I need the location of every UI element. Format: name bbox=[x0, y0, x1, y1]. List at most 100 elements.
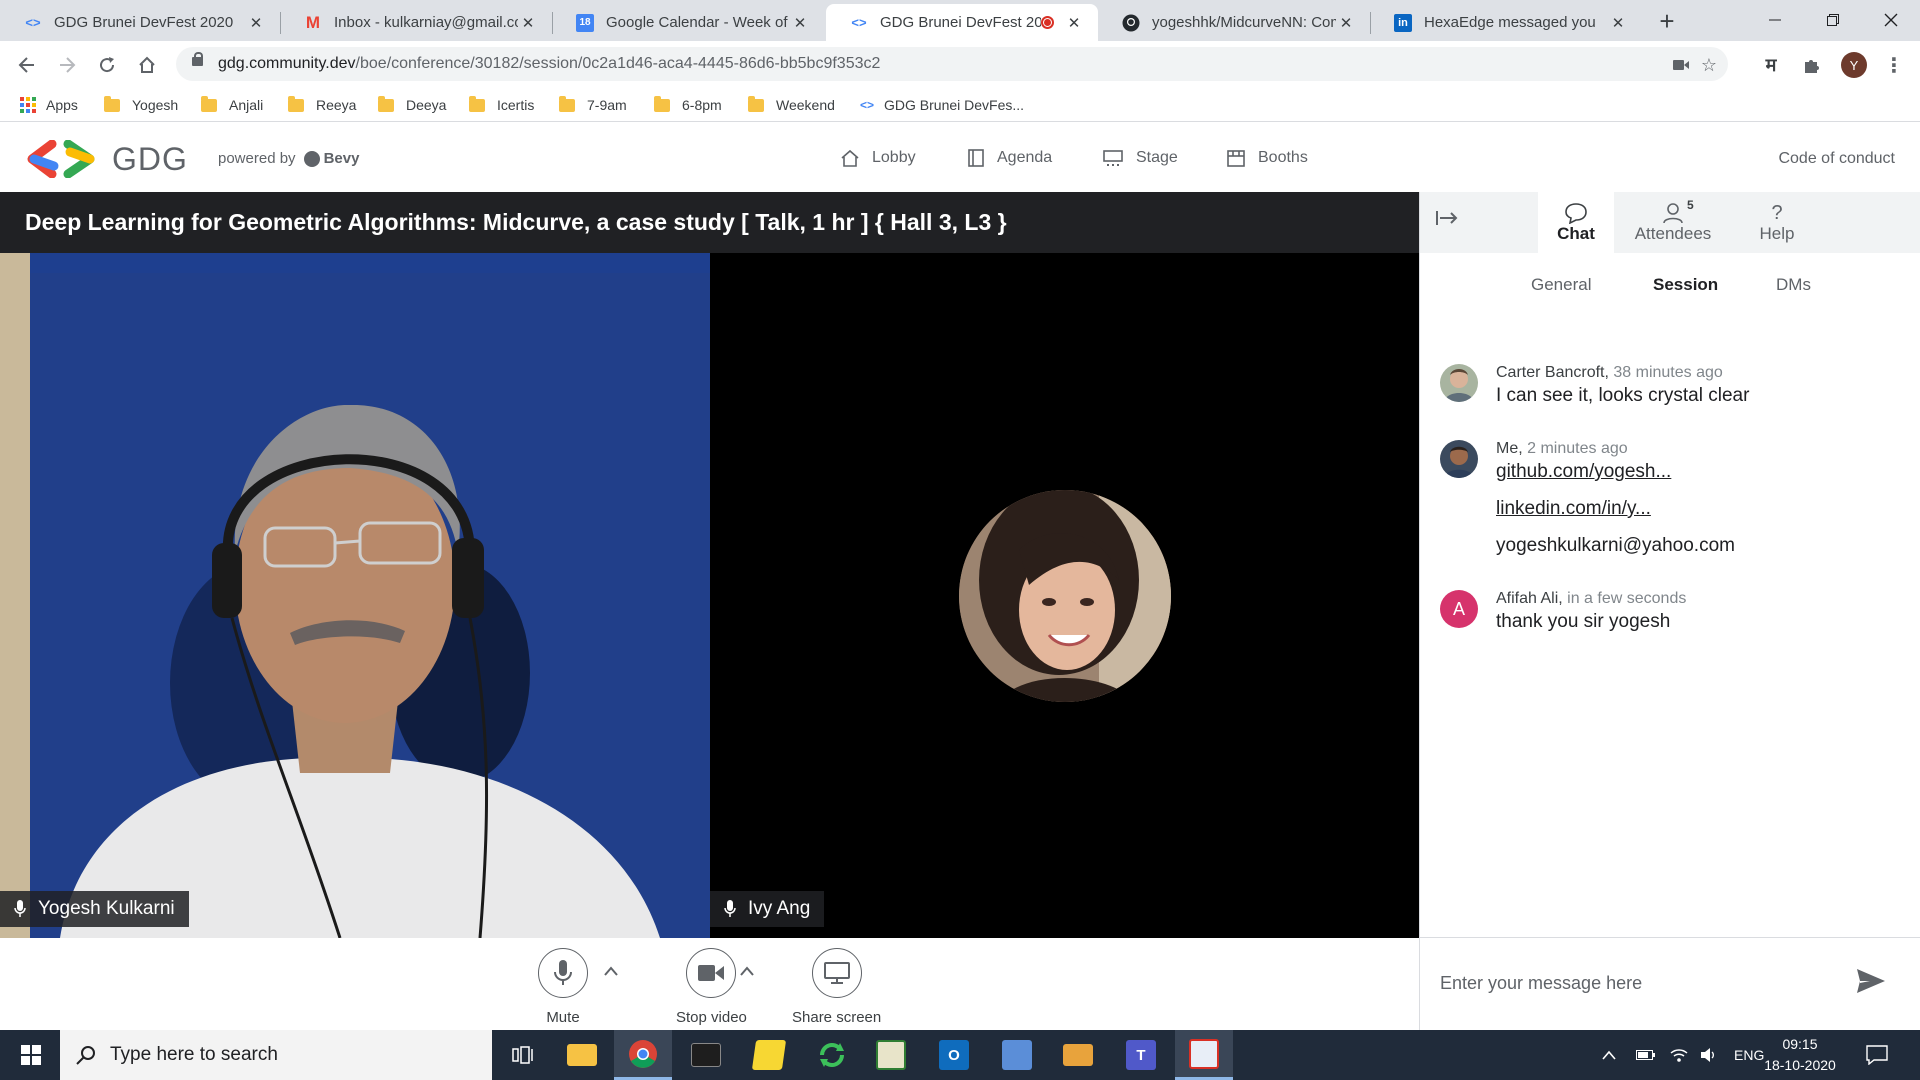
browser-tab[interactable]: in HexaEdge messaged you ✕ bbox=[1370, 4, 1642, 41]
gdg-logo[interactable]: GDG bbox=[24, 140, 188, 178]
profile-avatar[interactable]: Y bbox=[1841, 52, 1867, 78]
subtab-general[interactable]: General bbox=[1531, 275, 1591, 295]
bookmark-folder[interactable]: Anjali bbox=[201, 94, 263, 116]
taskbar-app-outlook[interactable]: O bbox=[925, 1030, 983, 1080]
browser-tab[interactable]: <> GDG Brunei DevFest 2020 ✕ bbox=[0, 4, 280, 41]
taskbar-app-folder[interactable] bbox=[1049, 1030, 1107, 1080]
bookmark-star-icon[interactable]: ☆ bbox=[1698, 54, 1720, 76]
video-options-chevron-up-icon[interactable] bbox=[736, 960, 758, 982]
tab-attendees[interactable]: 5 Attendees bbox=[1617, 192, 1729, 253]
code-of-conduct-link[interactable]: Code of conduct bbox=[1778, 150, 1895, 168]
chevron-up-icon[interactable] bbox=[1602, 1050, 1616, 1060]
notifications-button[interactable] bbox=[1866, 1030, 1888, 1080]
stop-video-button[interactable] bbox=[686, 948, 737, 998]
taskbar-app-pdf[interactable] bbox=[1175, 1030, 1233, 1080]
bookmark-folder[interactable]: Yogesh bbox=[104, 94, 178, 116]
folder-icon bbox=[654, 95, 670, 112]
menu-kebab-icon[interactable]: ⋮ bbox=[1884, 52, 1904, 78]
url-text[interactable]: gdg.community.dev/boe/conference/30182/s… bbox=[218, 55, 880, 73]
message-input[interactable] bbox=[1440, 968, 1850, 998]
lock-icon bbox=[192, 52, 203, 66]
nav-stage[interactable]: Stage bbox=[1102, 148, 1178, 168]
outlook-icon: O bbox=[939, 1040, 969, 1070]
message-link-github[interactable]: github.com/yogesh... bbox=[1496, 461, 1671, 483]
wifi-icon[interactable] bbox=[1670, 1047, 1688, 1063]
participant-video: Ivy Ang bbox=[710, 253, 1419, 938]
collapse-sidebar-button[interactable] bbox=[1436, 209, 1464, 235]
taskbar-app-excel[interactable] bbox=[862, 1030, 920, 1080]
forward-button[interactable] bbox=[52, 50, 82, 80]
taskbar-app-sync[interactable] bbox=[803, 1030, 861, 1080]
taskbar-search[interactable] bbox=[60, 1030, 492, 1080]
mute-button[interactable] bbox=[538, 948, 588, 998]
camera-icon[interactable] bbox=[1670, 54, 1692, 76]
back-button[interactable] bbox=[12, 50, 42, 80]
nav-booths[interactable]: Booths bbox=[1226, 148, 1308, 168]
avatar[interactable] bbox=[1440, 440, 1478, 478]
browser-tab[interactable]: 18 Google Calendar - Week of O ✕ bbox=[552, 4, 824, 41]
bookmark-folder[interactable]: Deeya bbox=[378, 94, 446, 116]
message-author[interactable]: Carter Bancroft bbox=[1496, 364, 1604, 381]
gdg-favicon: <> bbox=[25, 15, 41, 30]
start-button[interactable] bbox=[8, 1030, 54, 1080]
taskbar-app-network[interactable] bbox=[988, 1030, 1046, 1080]
nav-agenda[interactable]: Agenda bbox=[967, 148, 1052, 168]
bookmark-folder[interactable]: 6-8pm bbox=[654, 94, 722, 116]
avatar[interactable] bbox=[1440, 364, 1478, 402]
close-window-button[interactable] bbox=[1862, 0, 1920, 40]
browser-tab[interactable]: M Inbox - kulkarniay@gmail.com ✕ bbox=[280, 4, 552, 41]
task-view-button[interactable] bbox=[494, 1030, 552, 1080]
tab-chat[interactable]: Chat bbox=[1538, 192, 1614, 253]
bookmark-folder[interactable]: 7-9am bbox=[559, 94, 627, 116]
mute-control[interactable]: Mute bbox=[538, 948, 588, 1026]
speaker-icon[interactable] bbox=[1700, 1047, 1718, 1063]
video-stage: Yogesh Kulkarni Ivy Ang bbox=[0, 253, 1419, 938]
message-link-linkedin[interactable]: linkedin.com/in/y... bbox=[1496, 498, 1651, 520]
avatar[interactable]: A bbox=[1440, 590, 1478, 628]
taskbar-app-chrome[interactable] bbox=[614, 1030, 672, 1080]
nav-lobby[interactable]: Lobby bbox=[840, 148, 916, 168]
search-input[interactable] bbox=[110, 1044, 470, 1066]
tab-help[interactable]: ? Help bbox=[1741, 192, 1813, 253]
extensions-icon[interactable] bbox=[1798, 52, 1824, 78]
message-author[interactable]: Me bbox=[1496, 440, 1518, 457]
hindi-extension-icon[interactable]: म bbox=[1758, 52, 1784, 78]
taskbar-app-file-explorer[interactable] bbox=[553, 1030, 611, 1080]
message-author[interactable]: Afifah Ali bbox=[1496, 590, 1558, 607]
message-time: in a few seconds bbox=[1567, 590, 1687, 607]
mic-options-chevron-up-icon[interactable] bbox=[600, 960, 622, 982]
bookmark-apps[interactable]: Apps bbox=[20, 94, 78, 116]
battery-icon[interactable] bbox=[1636, 1049, 1656, 1061]
new-tab-button[interactable]: + bbox=[1652, 7, 1682, 35]
close-icon[interactable]: ✕ bbox=[246, 14, 266, 32]
share-screen-button[interactable] bbox=[811, 948, 862, 998]
browser-tab[interactable]: yogeshhk/MidcurveNN: Com ✕ bbox=[1098, 4, 1370, 41]
message-header: Carter Bancroft, 38 minutes ago bbox=[1496, 364, 1723, 381]
taskbar-app-teams[interactable]: T bbox=[1112, 1030, 1170, 1080]
bookmark-folder[interactable]: Reeya bbox=[288, 94, 356, 116]
close-icon[interactable]: ✕ bbox=[790, 14, 810, 32]
browser-tab-active[interactable]: <> GDG Brunei DevFest 2020 ✕ bbox=[826, 4, 1098, 41]
send-button[interactable] bbox=[1856, 968, 1888, 1000]
address-bar[interactable]: gdg.community.dev/boe/conference/30182/s… bbox=[176, 47, 1728, 81]
subtab-dms[interactable]: DMs bbox=[1776, 275, 1811, 295]
close-icon[interactable]: ✕ bbox=[1608, 14, 1628, 32]
taskbar-app-sticky-notes[interactable] bbox=[740, 1030, 798, 1080]
restore-button[interactable] bbox=[1804, 0, 1862, 40]
tab-title: GDG Brunei DevFest 2020 bbox=[54, 14, 234, 31]
home-button[interactable] bbox=[132, 50, 162, 80]
minimize-button[interactable] bbox=[1746, 0, 1804, 40]
bookmark-gdg[interactable]: <> GDG Brunei DevFes... bbox=[860, 94, 1024, 116]
bookmark-folder[interactable]: Icertis bbox=[469, 94, 534, 116]
taskbar-app-terminal[interactable] bbox=[677, 1030, 735, 1080]
folder-icon bbox=[378, 95, 394, 112]
taskbar-clock[interactable]: 09:15 18-10-2020 bbox=[1760, 1034, 1840, 1076]
bookmark-folder[interactable]: Weekend bbox=[748, 94, 835, 116]
subtab-session[interactable]: Session bbox=[1653, 275, 1718, 295]
close-icon[interactable]: ✕ bbox=[518, 14, 538, 32]
close-icon[interactable]: ✕ bbox=[1336, 14, 1356, 32]
notification-icon bbox=[1866, 1045, 1888, 1065]
close-icon[interactable]: ✕ bbox=[1064, 14, 1084, 32]
reload-button[interactable] bbox=[92, 50, 122, 80]
share-screen-control[interactable]: Share screen bbox=[792, 948, 881, 1026]
